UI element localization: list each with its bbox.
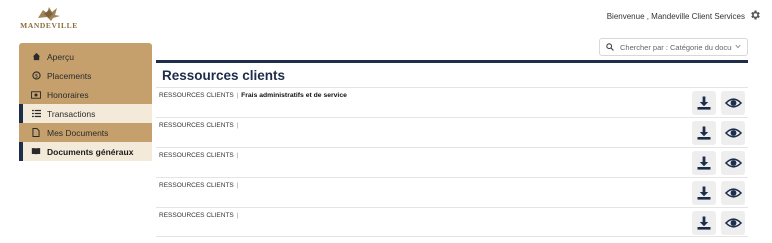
money-icon: [31, 90, 41, 100]
welcome-message: Bienvenue , Mandeville Client Services: [606, 12, 745, 21]
sidebar-item-apercu[interactable]: Aperçu: [19, 47, 152, 66]
sidebar-item-placements[interactable]: $ Placements: [19, 66, 152, 85]
sidebar-item-label: Placements: [47, 70, 92, 81]
separator: |: [236, 152, 239, 159]
chevron-down-icon[interactable]: [735, 44, 741, 49]
eye-icon: [724, 128, 742, 138]
document-category: RESSOURCES CLIENTS: [159, 182, 234, 189]
eye-icon: [724, 158, 742, 168]
page-title: Ressources clients: [162, 68, 286, 83]
download-icon: [697, 186, 711, 200]
sidebar-nav: Aperçu $ Placements Honoraires Transacti…: [19, 43, 152, 161]
sidebar-item-label: Transactions: [47, 108, 96, 119]
view-button[interactable]: [721, 181, 745, 205]
book-icon: [31, 147, 41, 157]
search-input[interactable]: [620, 42, 732, 52]
document-row: RESSOURCES CLIENTS |: [156, 147, 748, 177]
view-button[interactable]: [721, 211, 745, 235]
sidebar-item-label: Mes Documents: [47, 127, 109, 138]
logo-wordmark: MANDEVILLE: [20, 21, 78, 30]
document-label: RESSOURCES CLIENTS |: [159, 152, 239, 159]
separator: |: [236, 212, 239, 219]
download-button[interactable]: [692, 151, 716, 175]
document-row: RESSOURCES CLIENTS | Frais administratif…: [156, 87, 748, 117]
document-row: RESSOURCES CLIENTS |: [156, 207, 748, 237]
file-icon: [31, 128, 41, 138]
view-button[interactable]: [721, 121, 745, 145]
coin-icon: $: [31, 71, 41, 81]
download-button[interactable]: [692, 91, 716, 115]
document-row: RESSOURCES CLIENTS |: [156, 117, 748, 147]
download-icon: [697, 216, 711, 230]
home-icon: [31, 52, 41, 62]
document-category: RESSOURCES CLIENTS: [159, 152, 234, 159]
sidebar-item-mes-documents[interactable]: Mes Documents: [19, 123, 152, 142]
document-category: RESSOURCES CLIENTS: [159, 92, 234, 99]
eye-icon: [724, 218, 742, 228]
document-title: Frais administratifs et de service: [241, 92, 347, 99]
eye-icon: [724, 98, 742, 108]
sidebar-item-label: Aperçu: [47, 51, 74, 62]
download-icon: [697, 156, 711, 170]
document-category: RESSOURCES CLIENTS: [159, 212, 234, 219]
gear-icon[interactable]: [749, 9, 761, 21]
svg-text:$: $: [34, 74, 37, 80]
download-button[interactable]: [692, 211, 716, 235]
sidebar-item-label: Honoraires: [47, 89, 89, 100]
download-button[interactable]: [692, 181, 716, 205]
sidebar-item-label: Documents généraux: [47, 146, 134, 157]
sidebar-item-transactions[interactable]: Transactions: [19, 104, 152, 123]
mandeville-logo[interactable]: MANDEVILLE: [19, 4, 79, 34]
download-icon: [697, 126, 711, 140]
sidebar-item-documents-generaux[interactable]: Documents généraux: [19, 142, 152, 161]
separator: |: [236, 92, 239, 99]
document-row: RESSOURCES CLIENTS |: [156, 177, 748, 207]
download-button[interactable]: [692, 121, 716, 145]
document-label: RESSOURCES CLIENTS |: [159, 182, 239, 189]
view-button[interactable]: [721, 151, 745, 175]
document-label: RESSOURCES CLIENTS | Frais administratif…: [159, 92, 347, 99]
search-icon: [606, 43, 614, 51]
download-icon: [697, 96, 711, 110]
client-resources-panel: Ressources clients RESSOURCES CLIENTS | …: [156, 60, 748, 238]
category-search[interactable]: [599, 38, 748, 56]
view-button[interactable]: [721, 91, 745, 115]
list-icon: [31, 109, 41, 119]
document-label: RESSOURCES CLIENTS |: [159, 212, 239, 219]
eye-icon: [724, 188, 742, 198]
document-label: RESSOURCES CLIENTS |: [159, 122, 239, 129]
sidebar-item-honoraires[interactable]: Honoraires: [19, 85, 152, 104]
document-category: RESSOURCES CLIENTS: [159, 122, 234, 129]
griffin-logo-icon: [38, 7, 60, 21]
separator: |: [236, 122, 239, 129]
separator: |: [236, 182, 239, 189]
